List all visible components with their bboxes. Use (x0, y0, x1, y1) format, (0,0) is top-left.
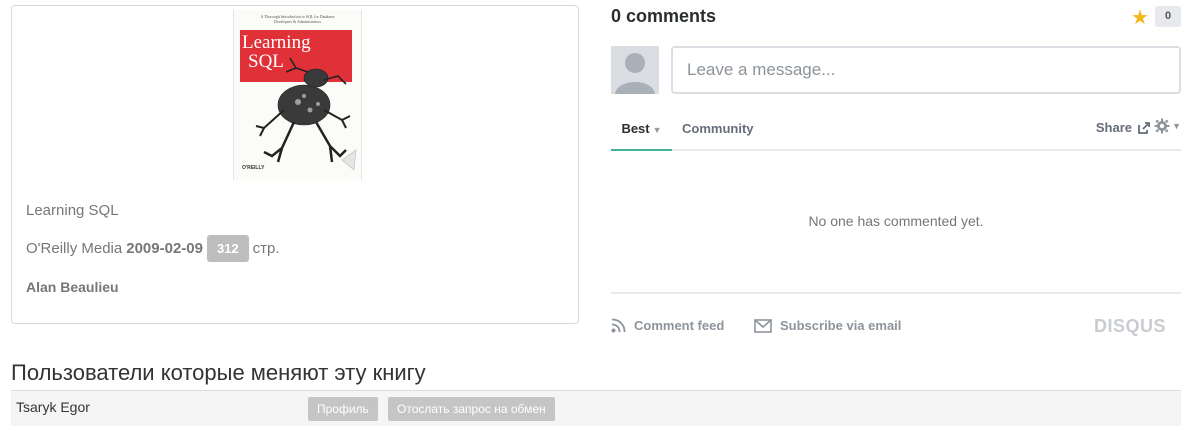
pages-suffix: стр. (252, 240, 280, 257)
footer-divider (611, 292, 1181, 294)
star-count-badge: 0 (1155, 6, 1181, 27)
avatar (611, 46, 659, 94)
comment-feed-link[interactable]: Comment feed (611, 318, 724, 333)
comment-count: 0 comments (611, 6, 717, 26)
caret-down-icon: ▼ (652, 125, 662, 135)
disqus-logo[interactable]: DISQUS (1094, 316, 1166, 337)
book-author: Alan Beaulieu (26, 279, 119, 295)
frog-illustration (255, 57, 357, 171)
rss-icon (611, 318, 626, 333)
empty-comments-message: No one has commented yet. (808, 213, 984, 229)
tab-best[interactable]: Best ▼ (611, 112, 672, 151)
subscribe-email-link[interactable]: Subscribe via email (754, 318, 901, 333)
cover-publisher-logo: O'REILLY (242, 165, 265, 171)
book-publisher: O'Reilly Media (26, 240, 123, 257)
settings-button[interactable]: ▼ (1154, 118, 1181, 134)
tab-best-label: Best (621, 121, 650, 136)
gear-icon (1154, 118, 1170, 134)
comment-tabs: Best ▼ Community Share ▼ (611, 112, 1181, 151)
message-input[interactable] (671, 46, 1181, 94)
subscribe-email-label: Subscribe via email (780, 318, 902, 333)
book-cover-image[interactable]: A Thorough Introduction to SQL for Datab… (233, 10, 362, 180)
star-icon[interactable]: ★ (1131, 5, 1149, 30)
book-date: 2009-02-09 (126, 240, 203, 257)
share-button[interactable]: Share (1096, 112, 1151, 144)
profile-button[interactable]: Профиль (308, 397, 378, 421)
share-icon (1138, 122, 1150, 134)
share-label: Share (1095, 120, 1132, 135)
send-exchange-request-button[interactable]: Отослать запрос на обмен (388, 397, 555, 421)
user-placeholder-icon (615, 53, 655, 94)
book-meta: O'Reilly Media 2009-02-09 312 стр. (26, 235, 280, 262)
pages-badge: 312 (206, 235, 249, 262)
tab-community[interactable]: Community (682, 112, 754, 146)
users-section-heading: Пользователи которые меняют эту книгу (11, 360, 426, 385)
book-card: A Thorough Introduction to SQL for Datab… (11, 5, 579, 324)
book-title: Learning SQL (26, 202, 119, 219)
comment-feed-label: Comment feed (634, 318, 725, 333)
envelope-icon (754, 318, 772, 333)
user-name: Tsaryk Egor (16, 399, 90, 415)
chevron-down-icon: ▼ (1172, 121, 1181, 131)
users-table: Tsaryk Egor Профиль Отослать запрос на о… (11, 390, 1181, 426)
